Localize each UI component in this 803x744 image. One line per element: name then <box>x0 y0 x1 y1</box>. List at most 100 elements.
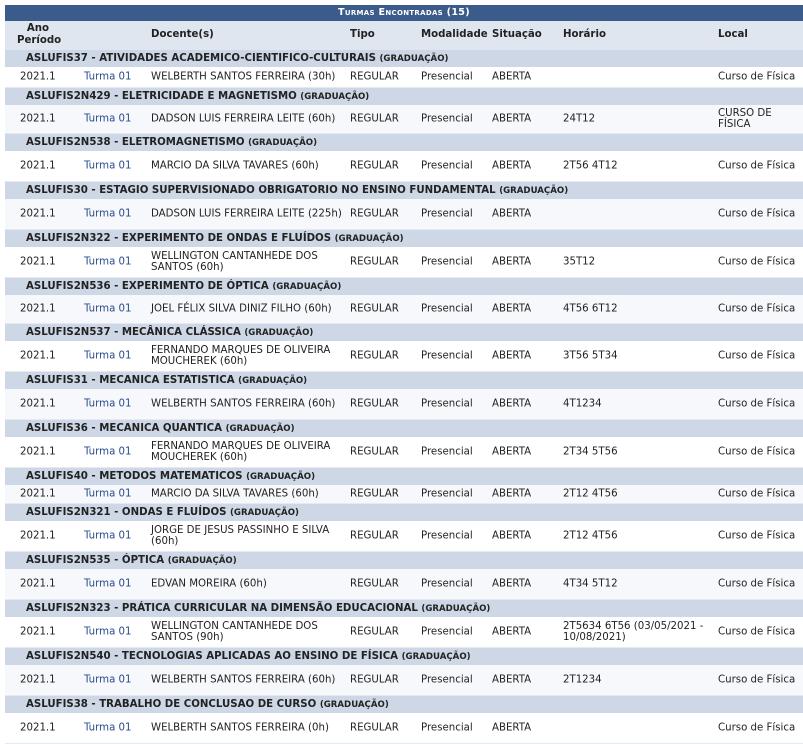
course-level: (GRADUAÇÃO) <box>300 92 370 102</box>
cell-docente: JOEL FÉLIX SILVA DINIZ FILHO (60h) <box>151 303 332 315</box>
turma-link[interactable]: Turma 01 <box>84 114 132 125</box>
cell-ano: 2021.1 <box>20 208 56 220</box>
course-code: ASLUFIS2N536 <box>26 281 111 292</box>
cell-tipo: REGULAR <box>350 398 399 410</box>
group-header: ASLUFIS2N535 - ÓPTICA (GRADUAÇÃO) <box>5 552 803 569</box>
table-row: 2021.1 Turma 01 DADSON LUIS FERREIRA LEITE… <box>5 199 803 230</box>
turma-link[interactable]: Turma 01 <box>84 351 132 362</box>
course-title: METODOS MATEMATICOS <box>99 471 243 482</box>
cell-modalidade: Presencial <box>421 578 473 590</box>
table-header: Ano Período Docente(s) Tipo Modalidade S… <box>5 21 803 50</box>
group-header: ASLUFIS2N540 - TECNOLOGIAS APLICADAS AO … <box>5 648 803 665</box>
cell-situacao: ABERTA <box>492 160 532 172</box>
turma-link[interactable]: Turma 01 <box>84 72 132 83</box>
course-level: (GRADUAÇÃO) <box>421 604 491 614</box>
cell-ano: 2021.1 <box>20 488 56 500</box>
cell-ano: 2021.1 <box>20 722 56 734</box>
course-code: ASLUFIS2N322 <box>26 233 111 244</box>
cell-tipo: REGULAR <box>350 488 399 500</box>
course-level: (GRADUAÇÃO) <box>246 472 316 482</box>
group-header: ASLUFIS2N538 - ELETROMAGNETISMO (GRADUAÇ… <box>5 134 803 151</box>
course-title: EXPERIMENTO DE ÓPTICA <box>121 281 269 292</box>
cell-local: Curso de Física <box>718 530 796 542</box>
cell-horario: 3T56 5T34 <box>563 350 618 362</box>
cell-ano: 2021.1 <box>20 398 56 410</box>
cell-docente: DADSON LUIS FERREIRA LEITE (225h) <box>151 208 342 220</box>
turma-link[interactable]: Turma 01 <box>84 723 132 734</box>
cell-tipo: REGULAR <box>350 626 399 638</box>
cell-ano: 2021.1 <box>20 350 56 362</box>
cell-modalidade: Presencial <box>421 303 473 315</box>
turma-link[interactable]: Turma 01 <box>84 304 132 315</box>
cell-ano: 2021.1 <box>20 626 56 638</box>
cell-horario: 35T12 <box>563 256 596 268</box>
cell-docente: WELLINGTON CANTANHEDE DOS SANTOS (90h) <box>151 621 318 643</box>
turma-link[interactable]: Turma 01 <box>84 489 132 500</box>
course-level: (GRADUAÇÃO) <box>248 138 318 148</box>
cell-tipo: REGULAR <box>350 446 399 458</box>
cell-situacao: ABERTA <box>492 113 532 125</box>
cell-docente: WELBERTH SANTOS FERREIRA (60h) <box>151 398 336 410</box>
cell-local: Curso de Física <box>718 350 796 362</box>
cell-situacao: ABERTA <box>492 256 532 268</box>
turma-link[interactable]: Turma 01 <box>84 257 132 268</box>
turma-link[interactable]: Turma 01 <box>84 531 132 542</box>
course-code: ASLUFIS2N535 <box>26 555 111 566</box>
course-level: (GRADUAÇÃO) <box>230 508 299 518</box>
cell-docente: WELBERTH SANTOS FERREIRA (30h) <box>151 71 336 83</box>
table-row: 2021.1 Turma 01 JOEL FÉLIX SILVA DINIZ FIL… <box>5 295 803 324</box>
header-horario: Horário <box>563 29 606 40</box>
cell-modalidade: Presencial <box>421 446 473 458</box>
turma-link[interactable]: Turma 01 <box>84 161 132 172</box>
cell-docente: EDVAN MOREIRA (60h) <box>151 578 267 590</box>
cell-modalidade: Presencial <box>421 626 473 638</box>
table-row: 2021.1 Turma 01 EDVAN MOREIRA (60h) REGULAR… <box>5 569 803 600</box>
cell-ano: 2021.1 <box>20 256 56 268</box>
cell-horario: 2T12 4T56 <box>563 488 618 500</box>
group-header: ASLUFIS36 - MECANICA QUANTICA (GRADUAÇÃO… <box>5 420 803 437</box>
cell-modalidade: Presencial <box>421 71 473 83</box>
course-title: ATIVIDADES ACADEMICO-CIENTIFICO-CULTURAI… <box>99 53 376 64</box>
course-code: ASLUFIS38 <box>26 699 88 710</box>
cell-local: Curso de Física <box>718 160 796 172</box>
course-title: PRÁTICA CURRICULAR NA DIMENSÃO EDUCACION… <box>121 603 418 614</box>
cell-local: Curso de Física <box>718 208 796 220</box>
cell-docente: MARCIO DA SILVA TAVARES (60h) <box>151 160 319 172</box>
cell-local: Curso de Física <box>718 446 796 458</box>
turma-link[interactable]: Turma 01 <box>84 399 132 410</box>
cell-situacao: ABERTA <box>492 578 532 590</box>
cell-tipo: REGULAR <box>350 71 399 83</box>
cell-modalidade: Presencial <box>421 160 473 172</box>
turma-link[interactable]: Turma 01 <box>84 447 132 458</box>
turma-link[interactable]: Turma 01 <box>84 579 132 590</box>
group-header: ASLUFIS2N537 - MECÂNICA CLÁSSICA (GRADUA… <box>5 324 803 341</box>
cell-modalidade: Presencial <box>421 398 473 410</box>
cell-local: Curso de Física <box>718 303 796 315</box>
cell-tipo: REGULAR <box>350 113 399 125</box>
cell-tipo: REGULAR <box>350 256 399 268</box>
table-body: ASLUFIS37 - ATIVIDADES ACADEMICO-CIENTIF… <box>5 50 803 744</box>
course-code: ASLUFIS2N537 <box>26 327 111 338</box>
turma-link[interactable]: Turma 01 <box>84 209 132 220</box>
course-title: MECANICA ESTATISTICA <box>99 375 235 386</box>
cell-modalidade: Presencial <box>421 722 473 734</box>
turma-link[interactable]: Turma 01 <box>84 675 132 686</box>
cell-local: Curso de Física <box>718 488 796 500</box>
cell-horario: 4T56 6T12 <box>563 303 618 315</box>
turma-link[interactable]: Turma 01 <box>84 627 132 638</box>
table-row: 2021.1 Turma 01 FERNANDO MARQUES DE OLIVEI… <box>5 437 803 468</box>
cell-situacao: ABERTA <box>492 674 532 686</box>
cell-docente: JORGE DE JESUS PASSINHO E SILVA (60h) <box>151 525 330 547</box>
course-title: MECANICA QUANTICA <box>99 423 223 434</box>
cell-ano: 2021.1 <box>20 303 56 315</box>
header-docente: Docente(s) <box>151 29 214 40</box>
group-header: ASLUFIS37 - ATIVIDADES ACADEMICO-CIENTIF… <box>5 50 803 67</box>
cell-local: Curso de Física <box>718 674 796 686</box>
cell-tipo: REGULAR <box>350 350 399 362</box>
cell-horario: 4T1234 <box>563 398 602 410</box>
course-code: ASLUFIS2N321 <box>26 507 111 518</box>
course-level: (GRADUAÇÃO) <box>334 234 404 244</box>
course-code: ASLUFIS2N429 <box>26 91 111 102</box>
cell-modalidade: Presencial <box>421 208 473 220</box>
cell-situacao: ABERTA <box>492 398 532 410</box>
